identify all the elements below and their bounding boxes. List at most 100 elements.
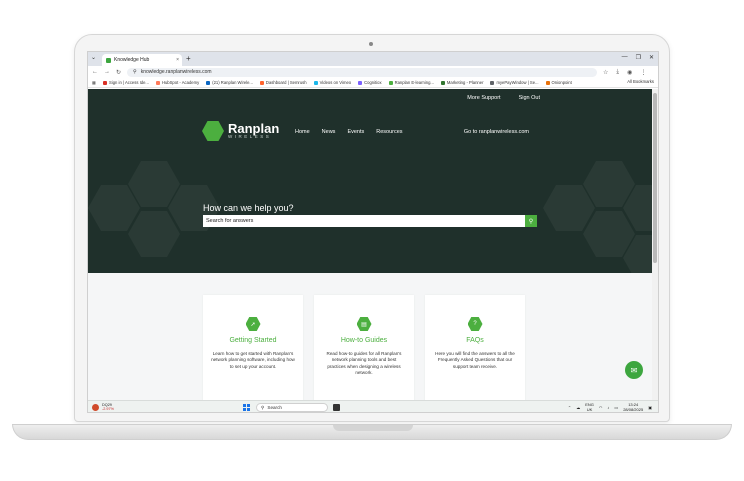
camera-icon bbox=[369, 42, 373, 46]
profile-icon[interactable]: ◉ bbox=[627, 69, 632, 76]
bookmark-item[interactable]: HubSpot - Academy bbox=[155, 80, 199, 85]
card-description: Learn how to get started with Ranplan's … bbox=[211, 351, 295, 369]
goto-main-site-link[interactable]: Go to ranplanwireless.com bbox=[464, 129, 529, 135]
language-indicator[interactable]: ENG UK bbox=[585, 402, 594, 412]
taskbar-app-icon[interactable] bbox=[333, 404, 340, 411]
web-page: More Support Sign Out Ranplan WIRELESS H… bbox=[88, 89, 654, 400]
search-button[interactable]: ⚲ bbox=[525, 215, 537, 227]
site-favicon-icon bbox=[106, 57, 111, 63]
bookmark-item[interactable]: Dashboard | Semrush bbox=[259, 80, 307, 85]
volume-icon[interactable]: ♪ bbox=[607, 405, 609, 410]
chat-bubble-icon: ✉ bbox=[630, 365, 638, 375]
nav-events[interactable]: Events bbox=[347, 129, 364, 135]
battery-icon[interactable]: ▭ bbox=[614, 405, 618, 410]
url-field[interactable]: ⚲ knowledge.ranplanwireless.com bbox=[127, 67, 598, 77]
bookmark-item[interactable]: (21) Ranplan Wirele... bbox=[206, 80, 253, 85]
bookmark-item[interactable]: Cognitiox bbox=[358, 80, 382, 85]
nav-news[interactable]: News bbox=[322, 129, 336, 135]
stock-widget[interactable]: DQ29 -2.97% bbox=[92, 403, 114, 412]
bookmark-item[interactable]: Onionpoint bbox=[545, 80, 572, 85]
apps-grid-icon[interactable]: ▦ bbox=[92, 80, 96, 85]
categories-section: ➚ Getting Started Learn how to get start… bbox=[88, 273, 654, 400]
windows-start-icon[interactable] bbox=[243, 404, 250, 411]
bookmark-favicon-icon bbox=[155, 80, 160, 85]
bookmark-label: Videos on Vimeo bbox=[319, 80, 352, 85]
menu-icon[interactable]: ⋮ bbox=[640, 69, 646, 76]
stock-chart-icon bbox=[92, 403, 99, 411]
address-bar-row: ← → ↻ ⚲ knowledge.ranplanwireless.com ☆ … bbox=[88, 66, 658, 78]
chat-widget-button[interactable]: ✉ bbox=[625, 361, 643, 379]
lang-region: UK bbox=[586, 406, 593, 412]
all-bookmarks-link[interactable]: All Bookmarks bbox=[627, 79, 654, 84]
page-scrollbar[interactable] bbox=[652, 89, 658, 400]
bookmark-label: Cognitiox bbox=[364, 80, 382, 85]
clock[interactable]: 13:24 28/08/2025 bbox=[623, 402, 644, 412]
browser-tab[interactable]: Knowledge Hub × bbox=[102, 54, 182, 66]
bookmark-label: Marketing - Planner bbox=[446, 80, 484, 85]
nav-resources[interactable]: Resources bbox=[376, 129, 402, 135]
faq-chat-icon: ? bbox=[467, 317, 483, 331]
download-icon[interactable]: ⤓ bbox=[616, 69, 619, 76]
clock-date: 28/08/2025 bbox=[623, 406, 644, 412]
restore-icon[interactable]: ❐ bbox=[636, 54, 641, 61]
hero-heading: How can we help you? bbox=[203, 203, 294, 213]
tab-search-icon[interactable]: ⌄ bbox=[91, 54, 96, 61]
bookmark-label: Sign in | Access Ide... bbox=[108, 80, 149, 85]
stock-change: -2.97% bbox=[102, 407, 115, 412]
minimize-icon[interactable]: — bbox=[622, 54, 628, 61]
reload-icon[interactable]: ↻ bbox=[116, 69, 121, 76]
ranplan-logo[interactable]: Ranplan WIRELESS bbox=[202, 121, 279, 141]
nav-home[interactable]: Home bbox=[295, 129, 310, 135]
search-input[interactable] bbox=[203, 218, 525, 224]
bookmark-item[interactable]: Marketing - Planner bbox=[440, 80, 484, 85]
hex-decoration bbox=[583, 211, 635, 257]
more-support-link[interactable]: More Support bbox=[467, 95, 500, 101]
main-nav: Home News Events Resources bbox=[295, 129, 403, 135]
hex-decoration bbox=[128, 161, 180, 207]
card-description: Read how-to guides for all Ranplan's net… bbox=[326, 351, 402, 376]
notifications-icon[interactable]: ▣ bbox=[648, 405, 652, 410]
document-icon: ▤ bbox=[356, 317, 372, 331]
site-info-icon[interactable]: ⚲ bbox=[133, 69, 137, 75]
tab-title: Knowledge Hub bbox=[114, 57, 150, 63]
cloud-icon[interactable]: ☁ bbox=[576, 405, 580, 410]
new-tab-button[interactable]: + bbox=[186, 54, 191, 63]
logo-hex-icon bbox=[202, 121, 224, 141]
bookmark-favicon-icon bbox=[206, 80, 211, 85]
taskbar-search[interactable]: ⚲ Search bbox=[256, 403, 328, 412]
top-links: More Support Sign Out bbox=[467, 95, 540, 101]
show-hidden-icon[interactable]: ⌃ bbox=[568, 405, 571, 410]
hex-decoration bbox=[88, 185, 140, 231]
window-controls: — ❐ ✕ bbox=[622, 54, 654, 61]
search-bar: ⚲ bbox=[203, 215, 537, 227]
search-icon: ⚲ bbox=[528, 218, 534, 225]
tab-close-icon[interactable]: × bbox=[176, 57, 179, 63]
browser-tab-bar: ⌄ Knowledge Hub × + — ❐ ✕ bbox=[88, 52, 658, 66]
bookmark-favicon-icon bbox=[358, 80, 363, 85]
bookmark-label: (21) Ranplan Wirele... bbox=[212, 80, 253, 85]
hex-decoration bbox=[543, 185, 595, 231]
forward-icon[interactable]: → bbox=[104, 69, 110, 75]
card-faqs[interactable]: ? FAQs Here you will find the answers to… bbox=[425, 295, 525, 400]
laptop-frame: ⌄ Knowledge Hub × + — ❐ ✕ ← → ↻ ⚲ knowle… bbox=[0, 0, 744, 481]
bookmark-favicon-icon bbox=[545, 80, 550, 85]
bookmark-star-icon[interactable]: ☆ bbox=[603, 69, 608, 76]
close-window-icon[interactable]: ✕ bbox=[649, 54, 654, 61]
scrollbar-thumb[interactable] bbox=[653, 93, 657, 263]
bookmark-label: Onionpoint bbox=[551, 80, 572, 85]
bookmark-favicon-icon bbox=[490, 80, 495, 85]
back-icon[interactable]: ← bbox=[92, 69, 98, 75]
card-how-to-guides[interactable]: ▤ How-to Guides Read how-to guides for a… bbox=[314, 295, 414, 400]
bookmark-item[interactable]: Videos on Vimeo bbox=[313, 80, 352, 85]
card-getting-started[interactable]: ➚ Getting Started Learn how to get start… bbox=[203, 295, 303, 400]
bookmark-item[interactable]: myePayWindow | Se... bbox=[490, 80, 539, 85]
sign-out-link[interactable]: Sign Out bbox=[519, 95, 540, 101]
wifi-icon[interactable]: ◠ bbox=[599, 405, 603, 410]
bookmark-item[interactable]: Ranplan E-learning... bbox=[388, 80, 434, 85]
system-tray: ⌃ ☁ ENG UK ◠ ♪ ▭ 13:24 28/08/2025 ▣ bbox=[568, 402, 652, 412]
laptop-notch bbox=[333, 425, 413, 431]
bookmark-item[interactable]: Sign in | Access Ide... bbox=[102, 80, 149, 85]
laptop-lid: ⌄ Knowledge Hub × + — ❐ ✕ ← → ↻ ⚲ knowle… bbox=[74, 34, 670, 422]
bookmark-favicon-icon bbox=[440, 80, 445, 85]
bookmark-favicon-icon bbox=[388, 80, 393, 85]
